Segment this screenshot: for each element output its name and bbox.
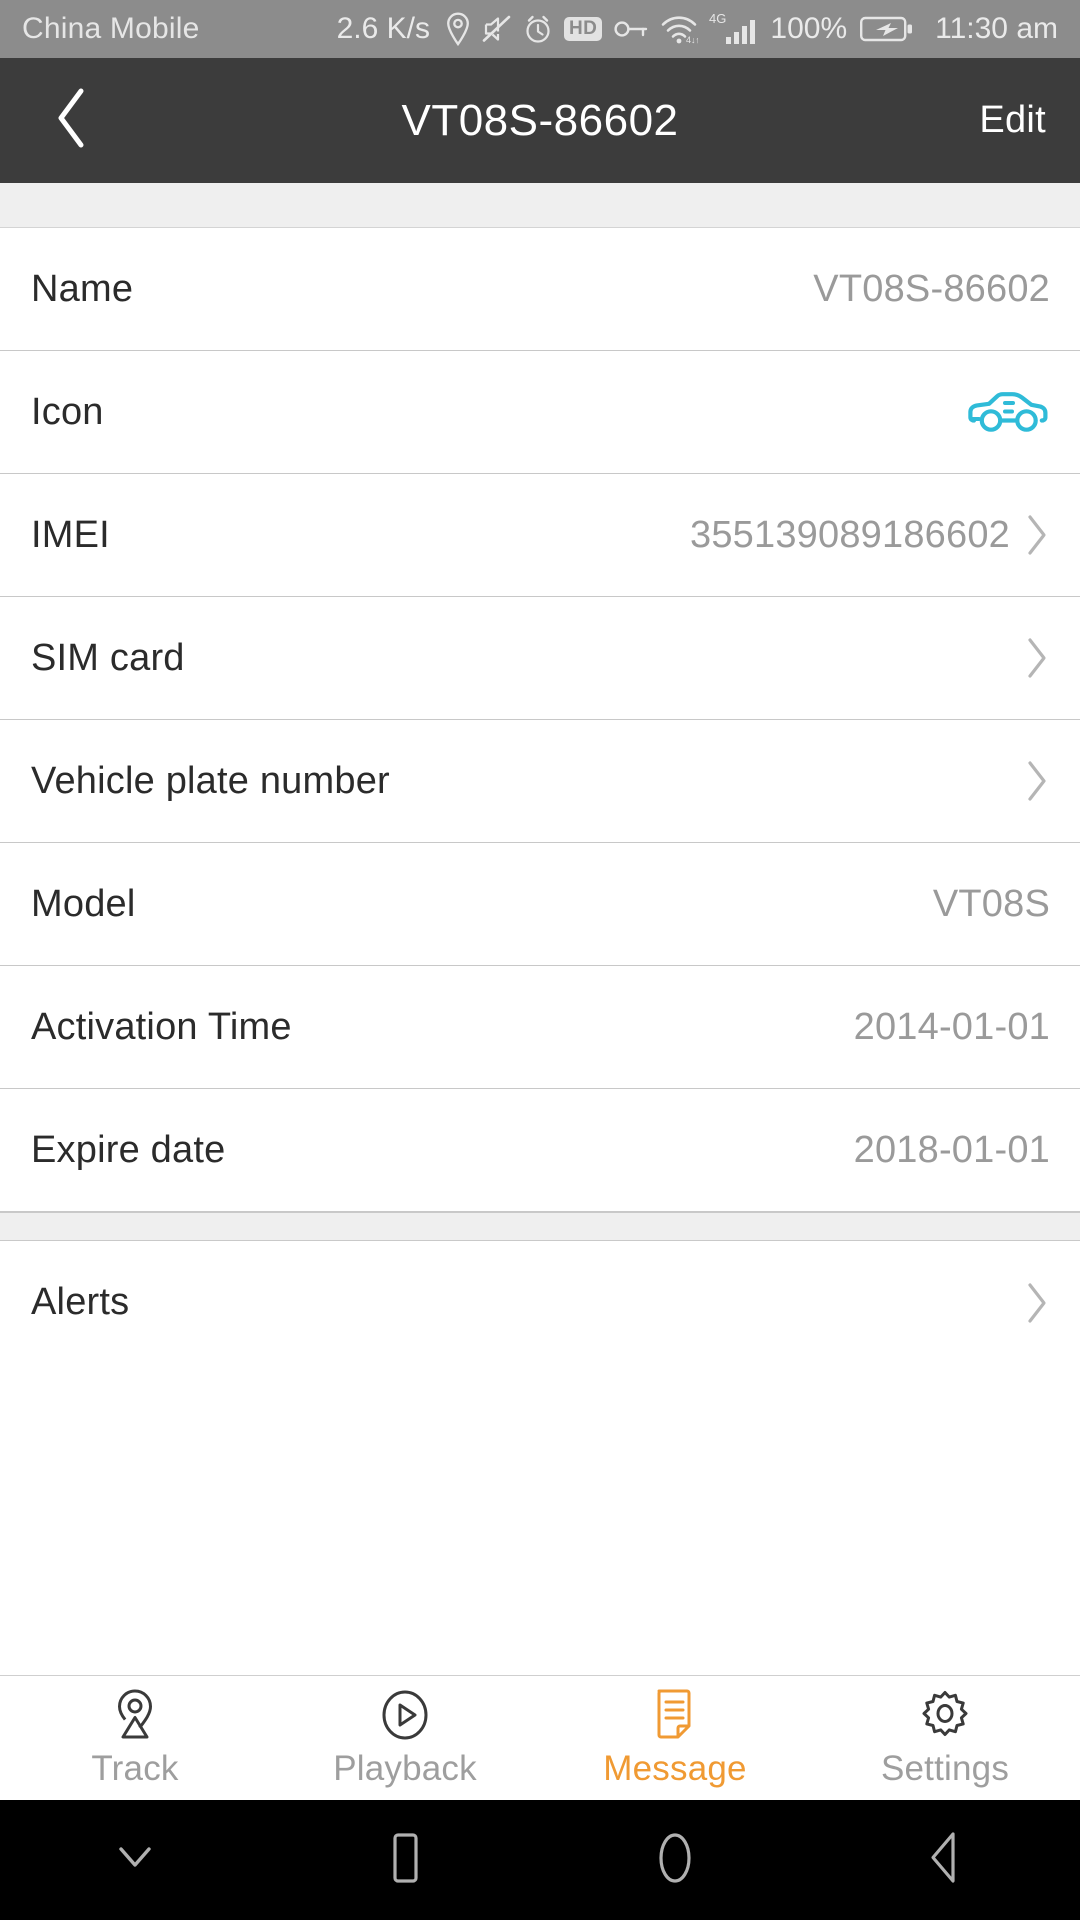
hd-icon: HD: [563, 17, 603, 41]
row-value: 2014-01-01: [853, 1005, 1050, 1048]
back-triangle-icon: [921, 1829, 969, 1892]
row-label: Icon: [31, 390, 104, 433]
row-value: 2018-01-01: [853, 1128, 1050, 1171]
wifi-icon: 4↓↑: [660, 13, 698, 45]
page-title: VT08S-86602: [401, 95, 679, 145]
detail-list: Name VT08S-86602 Icon IMEI 3551390891866…: [0, 183, 1080, 1675]
tab-label: Settings: [880, 1749, 1010, 1788]
status-network-speed: 2.6 K/s: [336, 12, 430, 45]
car-icon: [968, 388, 1050, 436]
status-bar: China Mobile 2.6 K/s HD 4↓↑ 4G 100% 11:3…: [0, 0, 1080, 58]
chevron-right-icon: [1024, 759, 1050, 803]
location-pin-icon: [445, 12, 471, 46]
play-circle-icon: [377, 1687, 433, 1745]
tab-label: Playback: [333, 1749, 477, 1788]
key-icon: [613, 16, 649, 42]
row-right: 355139089186602: [690, 513, 1050, 557]
back-button[interactable]: [34, 83, 110, 159]
status-icon-tray: 2.6 K/s HD 4↓↑ 4G 100% 11:30 am: [200, 12, 1058, 46]
row-label: IMEI: [31, 513, 110, 556]
chevron-right-icon: [1024, 636, 1050, 680]
detail-row-name[interactable]: Name VT08S-86602: [0, 228, 1080, 351]
row-right: VT08S-86602: [813, 268, 1050, 311]
location-pin-icon: [108, 1687, 162, 1745]
bottom-tab-bar: Track Playback Message Settings: [0, 1675, 1080, 1800]
chevron-down-icon: [112, 1843, 158, 1878]
row-right: [1010, 636, 1050, 680]
row-right: [1024, 1281, 1050, 1325]
tab-track[interactable]: Track: [0, 1676, 270, 1800]
section-spacer-top: [0, 183, 1080, 228]
row-right: 2018-01-01: [854, 1129, 1050, 1172]
svg-text:4↓↑: 4↓↑: [686, 35, 698, 45]
app-root: China Mobile 2.6 K/s HD 4↓↑ 4G 100% 11:3…: [0, 0, 1080, 1920]
detail-row-icon[interactable]: Icon: [0, 351, 1080, 474]
cellular-signal-icon: 4G: [709, 12, 757, 46]
row-value: VT08S-86602: [813, 267, 1050, 310]
nav-hide-keyboard-button[interactable]: [0, 1843, 270, 1878]
status-clock: 11:30 am: [935, 12, 1058, 45]
tab-message[interactable]: Message: [540, 1676, 810, 1800]
mute-icon: [482, 13, 512, 45]
battery-charging-icon: [860, 14, 914, 44]
detail-row-sim-card[interactable]: SIM card: [0, 597, 1080, 720]
row-right: [968, 388, 1050, 436]
tab-label: Message: [603, 1749, 747, 1788]
row-label: Model: [31, 882, 136, 925]
detail-row-imei[interactable]: IMEI 355139089186602: [0, 474, 1080, 597]
app-header: VT08S-86602 Edit: [0, 58, 1080, 183]
detail-row-expire-date[interactable]: Expire date 2018-01-01: [0, 1089, 1080, 1212]
row-label: SIM card: [31, 636, 185, 679]
tab-playback[interactable]: Playback: [270, 1676, 540, 1800]
android-navigation-bar: [0, 1800, 1080, 1920]
detail-row-model[interactable]: Model VT08S: [0, 843, 1080, 966]
row-label: Vehicle plate number: [31, 759, 390, 802]
nav-back-button[interactable]: [810, 1829, 1080, 1892]
nav-home-button[interactable]: [540, 1830, 810, 1891]
status-battery-percent: 100%: [770, 12, 848, 45]
detail-row-vehicle-plate-number[interactable]: Vehicle plate number: [0, 720, 1080, 843]
edit-button[interactable]: Edit: [979, 99, 1046, 142]
row-right: 2014-01-01: [854, 1006, 1050, 1049]
detail-row-alerts[interactable]: Alerts: [0, 1241, 1080, 1364]
row-right: [1010, 759, 1050, 803]
row-label: Activation Time: [31, 1005, 292, 1048]
status-carrier-label: China Mobile: [22, 12, 200, 45]
recents-square-icon: [384, 1830, 426, 1891]
hd-badge-label: HD: [563, 17, 603, 41]
gear-icon: [916, 1687, 974, 1745]
row-right: VT08S: [933, 883, 1050, 926]
document-icon: [649, 1687, 701, 1745]
row-label: Expire date: [31, 1128, 226, 1171]
back-chevron-icon: [54, 86, 90, 155]
svg-text:4G: 4G: [709, 12, 726, 26]
row-value: 355139089186602: [689, 513, 1010, 556]
detail-row-activation-time[interactable]: Activation Time 2014-01-01: [0, 966, 1080, 1089]
nav-recents-button[interactable]: [270, 1830, 540, 1891]
row-value: VT08S: [932, 882, 1050, 925]
row-label: Alerts: [31, 1281, 130, 1323]
chevron-right-icon: [1024, 1281, 1050, 1325]
row-label: Name: [31, 267, 134, 310]
alarm-icon: [523, 13, 553, 45]
tab-label: Track: [91, 1749, 179, 1788]
home-circle-icon: [651, 1830, 699, 1891]
chevron-right-icon: [1024, 513, 1050, 557]
tab-settings[interactable]: Settings: [810, 1676, 1080, 1800]
section-spacer-alerts: [0, 1212, 1080, 1241]
